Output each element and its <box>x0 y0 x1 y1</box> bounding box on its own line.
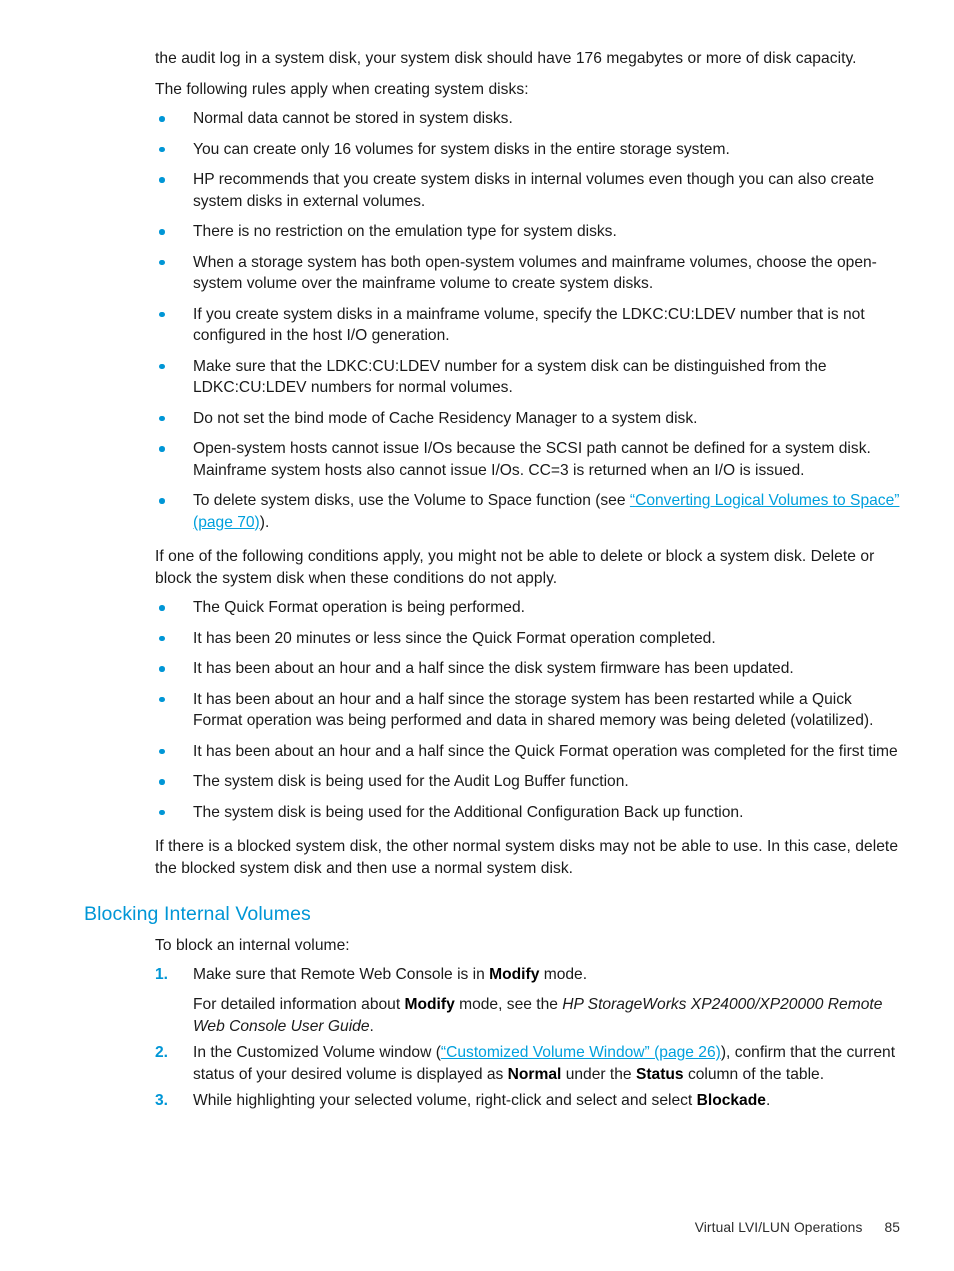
list-item-text: If you create system disks in a mainfram… <box>193 305 865 345</box>
list-item-text: It has been 20 minutes or less since the… <box>193 629 716 647</box>
page-content: the audit log in a system disk, your sys… <box>84 48 904 1117</box>
bullet-dot-icon <box>159 779 165 785</box>
procedure-step-3: 3. While highlighting your selected volu… <box>155 1090 915 1112</box>
list-item-text: There is no restriction on the emulation… <box>193 223 617 240</box>
intro-paragraph-1: the audit log in a system disk, your sys… <box>155 50 857 67</box>
list-item-text: Do not set the bind mode of Cache Reside… <box>193 409 698 427</box>
step-bold-blockade: Blockade <box>696 1092 766 1109</box>
step-number: 2. <box>155 1044 169 1061</box>
procedure-step-1: 1. Make sure that Remote Web Console is … <box>155 964 915 1038</box>
bullet-dot-icon <box>159 177 165 183</box>
step-text-part3: under the <box>561 1065 636 1083</box>
footer-page-number: 85 <box>884 1220 900 1235</box>
list-item-text-after-link: ). <box>259 513 270 531</box>
step-text-part1: In the Customized Volume window ( <box>193 1044 441 1061</box>
list-item: You can create only 16 volumes for syste… <box>155 139 904 161</box>
list-item-text: Open-system hosts cannot issue I/Os beca… <box>193 440 871 479</box>
rules-bullet-list: Normal data cannot be stored in system d… <box>155 108 904 533</box>
step-text-part1: Make sure that Remote Web Console is in <box>193 965 490 983</box>
list-item-text: The system disk is being used for the Ad… <box>193 803 744 821</box>
list-item: It has been 20 minutes or less since the… <box>155 628 904 650</box>
bullet-dot-icon <box>159 146 165 152</box>
bullet-dot-icon <box>159 116 165 122</box>
bullet-dot-icon <box>159 605 165 611</box>
bullet-dot-icon <box>159 635 165 641</box>
list-item: When a storage system has both open-syst… <box>155 252 904 295</box>
step-number: 3. <box>155 1092 169 1109</box>
bullet-dot-icon <box>159 415 165 421</box>
substep-text-part3: . <box>369 1017 374 1035</box>
step-bold-modify: Modify <box>489 965 540 983</box>
section-intro-paragraph: To block an internal volume: <box>155 937 350 954</box>
list-item: It has been about an hour and a half sin… <box>155 689 904 732</box>
bullet-dot-icon <box>159 446 165 452</box>
list-item-with-crossref: To delete system disks, use the Volume t… <box>155 490 904 533</box>
bullet-dot-icon <box>159 229 165 235</box>
list-item-text: You can create only 16 volumes for syste… <box>193 140 730 158</box>
step-bold-status: Status <box>635 1065 684 1083</box>
list-item: Normal data cannot be stored in system d… <box>155 108 904 130</box>
list-item-text: The system disk is being used for the Au… <box>193 773 629 790</box>
list-item: It has been about an hour and a half sin… <box>155 741 904 763</box>
document-page: the audit log in a system disk, your sys… <box>0 0 954 1271</box>
list-item-text: HP recommends that you create system dis… <box>193 171 874 210</box>
bullet-dot-icon <box>159 696 165 702</box>
substep-bold-modify: Modify <box>404 996 455 1013</box>
conditions-intro-paragraph: If one of the following conditions apply… <box>155 548 875 587</box>
step-1-substep-paragraph: For detailed information about Modify mo… <box>193 994 915 1037</box>
step-text-part2: . <box>765 1092 771 1109</box>
step-text-part1: While highlighting your selected volume,… <box>193 1092 697 1109</box>
bullet-dot-icon <box>159 748 165 754</box>
section-heading-blocking-internal-volumes: Blocking Internal Volumes <box>84 903 311 925</box>
substep-text-part1: For detailed information about <box>193 996 405 1013</box>
list-item-text: It has been about an hour and a half sin… <box>193 690 874 730</box>
list-item-text-before-link: To delete system disks, use the Volume t… <box>193 492 630 509</box>
bullet-dot-icon <box>159 311 165 317</box>
list-item: The system disk is being used for the Ad… <box>155 802 904 824</box>
procedure-step-2: 2. In the Customized Volume window (“Cus… <box>155 1042 915 1085</box>
bullet-dot-icon <box>159 259 165 265</box>
step-text-part4: column of the table. <box>683 1065 825 1083</box>
page-footer: Virtual LVI/LUN Operations 85 <box>0 1218 900 1238</box>
list-item: Do not set the bind mode of Cache Reside… <box>155 408 904 430</box>
list-item: The system disk is being used for the Au… <box>155 771 904 793</box>
list-item: There is no restriction on the emulation… <box>155 221 904 243</box>
list-item-text: It has been about an hour and a half sin… <box>193 660 794 677</box>
list-item: It has been about an hour and a half sin… <box>155 658 904 680</box>
bullet-dot-icon <box>159 363 165 369</box>
step-bold-normal: Normal <box>507 1065 562 1083</box>
bullet-dot-icon <box>159 498 165 504</box>
bullet-dot-icon <box>159 666 165 672</box>
crossref-link-customized-volume-window[interactable]: “Customized Volume Window” (page 26) <box>441 1044 721 1061</box>
procedure-step-list: 1. Make sure that Remote Web Console is … <box>155 964 915 1112</box>
step-text-part2: mode. <box>539 965 588 983</box>
footer-title: Virtual LVI/LUN Operations <box>694 1220 863 1235</box>
list-item-text: When a storage system has both open-syst… <box>193 253 877 293</box>
list-item-text: The Quick Format operation is being perf… <box>193 599 525 616</box>
substep-text-part2: mode, see the <box>454 996 563 1013</box>
step-number: 1. <box>155 965 169 983</box>
conditions-bullet-list: The Quick Format operation is being perf… <box>155 597 904 823</box>
list-item: HP recommends that you create system dis… <box>155 169 904 212</box>
list-item: Open-system hosts cannot issue I/Os beca… <box>155 438 904 481</box>
list-item: Make sure that the LDKC:CU:LDEV number f… <box>155 356 904 399</box>
list-item-text: Make sure that the LDKC:CU:LDEV number f… <box>193 357 827 397</box>
bullet-dot-icon <box>159 809 165 815</box>
list-item: The Quick Format operation is being perf… <box>155 597 904 619</box>
list-item-text: Normal data cannot be stored in system d… <box>193 110 513 127</box>
intro-paragraph-2: The following rules apply when creating … <box>155 80 529 98</box>
list-item-text: It has been about an hour and a half sin… <box>193 742 898 760</box>
blocked-disk-note-paragraph: If there is a blocked system disk, the o… <box>155 838 899 877</box>
list-item: If you create system disks in a mainfram… <box>155 304 904 347</box>
